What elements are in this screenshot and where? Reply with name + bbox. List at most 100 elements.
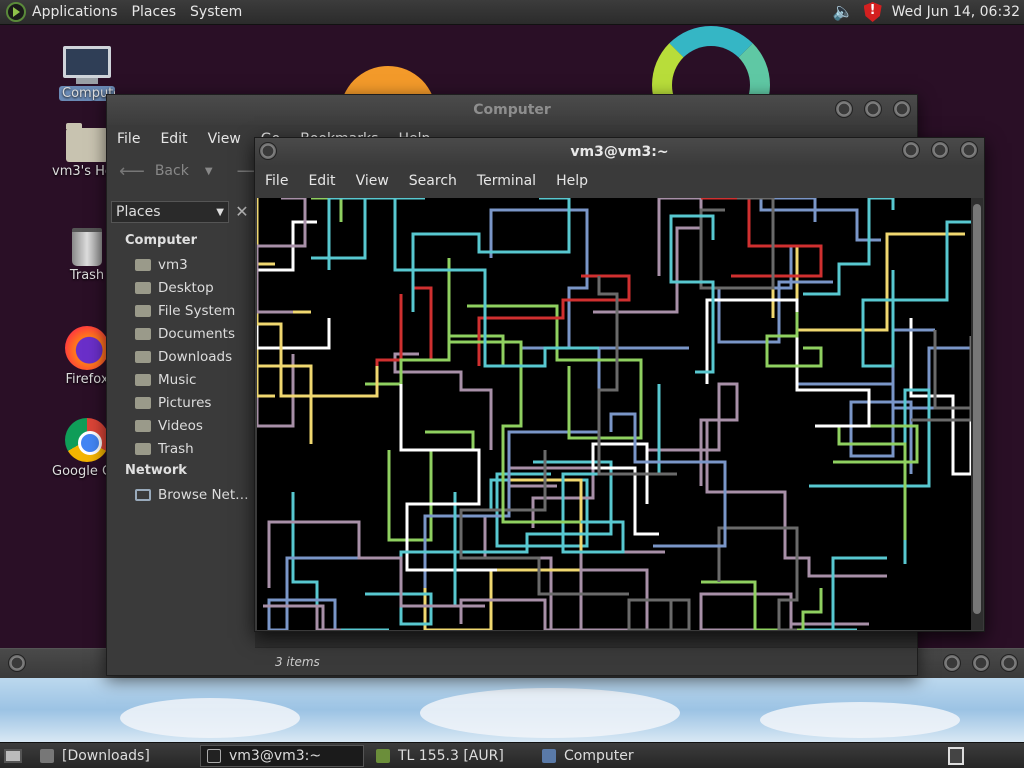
close-sidebar-icon[interactable]: ✕ bbox=[231, 201, 253, 223]
terminal-titlebar[interactable]: vm3@vm3:~ bbox=[255, 138, 984, 166]
places-sidebar: Places ▼ ✕ Computer vm3 Desktop File Sys… bbox=[107, 195, 255, 647]
places-menu[interactable]: Places bbox=[132, 4, 177, 20]
trash-applet-icon[interactable] bbox=[948, 746, 964, 765]
sidebar-item-label: vm3 bbox=[158, 257, 188, 273]
sidebar-item-trash[interactable]: Trash bbox=[135, 441, 194, 457]
clock[interactable]: Wed Jun 14, 06:32 bbox=[892, 4, 1020, 20]
pipe-segment bbox=[257, 262, 379, 398]
menu-search[interactable]: Search bbox=[409, 173, 457, 189]
pipes-animation bbox=[257, 198, 971, 630]
menu-file[interactable]: File bbox=[265, 173, 288, 189]
taskbar-item-label: Computer bbox=[564, 747, 634, 764]
desktop-icon-computer[interactable]: Computer bbox=[52, 46, 122, 101]
mate-logo-icon[interactable] bbox=[6, 2, 26, 22]
pipe-segment bbox=[257, 342, 313, 444]
pipe-segment bbox=[267, 556, 371, 630]
sidebar-item-vm3[interactable]: vm3 bbox=[135, 257, 188, 273]
places-dropdown[interactable]: Places ▼ bbox=[111, 201, 229, 223]
minimize-button[interactable] bbox=[902, 141, 921, 159]
pipe-segment bbox=[627, 598, 691, 630]
home-folder-icon bbox=[66, 123, 108, 162]
pipe-segment bbox=[861, 220, 971, 368]
close-button[interactable] bbox=[1000, 654, 1018, 672]
taskbar-item-computer[interactable]: Computer bbox=[536, 745, 716, 767]
menu-view[interactable]: View bbox=[208, 131, 241, 147]
sidebar-item-pictures[interactable]: Pictures bbox=[135, 395, 211, 411]
background-window-content bbox=[0, 678, 1024, 742]
file-manager-titlebar[interactable]: Computer bbox=[107, 95, 917, 125]
top-panel: Applications Places System 🔈 Wed Jun 14,… bbox=[0, 0, 1024, 25]
taskbar-item-label: TL 155.3 [AUR] bbox=[398, 747, 504, 764]
folder-icon bbox=[135, 420, 151, 432]
pipe-segment bbox=[311, 198, 389, 222]
network-icon bbox=[135, 489, 151, 501]
folder-icon bbox=[40, 748, 54, 763]
folder-icon bbox=[135, 328, 151, 340]
sidebar-item-label: Videos bbox=[158, 418, 203, 434]
folder-icon bbox=[135, 397, 151, 409]
pipe-segment bbox=[765, 312, 823, 368]
pipe-segment bbox=[705, 298, 871, 428]
chevron-down-icon: ▼ bbox=[216, 206, 224, 218]
sidebar-item-label: Trash bbox=[158, 441, 194, 457]
sidebar-item-music[interactable]: Music bbox=[135, 372, 196, 388]
sidebar-item-documents[interactable]: Documents bbox=[135, 326, 235, 342]
menu-edit[interactable]: Edit bbox=[308, 173, 335, 189]
security-shield-icon[interactable] bbox=[863, 2, 882, 22]
pipe-segment bbox=[489, 208, 589, 350]
menu-help[interactable]: Help bbox=[556, 173, 588, 189]
terminal-screen[interactable] bbox=[257, 198, 971, 630]
panel-tray: 🔈 Wed Jun 14, 06:32 bbox=[832, 2, 1024, 22]
computer-icon bbox=[63, 46, 111, 78]
sidebar-item-downloads[interactable]: Downloads bbox=[135, 349, 232, 365]
sidebar-item-label: Documents bbox=[158, 326, 235, 342]
window-menu-button[interactable] bbox=[259, 142, 277, 160]
sidebar-item-label: Browse Net… bbox=[158, 487, 249, 503]
sidebar-item-browse-network[interactable]: Browse Net… bbox=[135, 487, 249, 503]
scrollbar-thumb[interactable] bbox=[973, 204, 981, 614]
pipe-segment bbox=[365, 550, 457, 626]
applications-menu[interactable]: Applications bbox=[32, 4, 118, 20]
trash-icon bbox=[135, 443, 151, 455]
minimize-button[interactable] bbox=[835, 100, 854, 118]
taskbar-item-downloads[interactable]: [Downloads] bbox=[34, 745, 194, 767]
package-icon bbox=[376, 748, 390, 763]
window-menu-button[interactable] bbox=[8, 654, 26, 672]
pipe-segment bbox=[257, 220, 331, 350]
firefox-icon bbox=[65, 326, 109, 370]
sidebar-item-label: Desktop bbox=[158, 280, 214, 296]
taskbar-item-terminal[interactable]: vm3@vm3:~ bbox=[200, 744, 364, 767]
folder-icon bbox=[135, 282, 151, 294]
sidebar-item-label: Pictures bbox=[158, 395, 212, 411]
pipe-segment bbox=[399, 384, 497, 572]
pipe-segment bbox=[375, 286, 433, 386]
menu-terminal[interactable]: Terminal bbox=[477, 173, 536, 189]
menu-file[interactable]: File bbox=[117, 131, 140, 147]
taskbar-item-tl[interactable]: TL 155.3 [AUR] bbox=[370, 745, 530, 767]
terminal-scrollbar[interactable] bbox=[971, 198, 983, 630]
chevron-down-icon[interactable]: ▼ bbox=[205, 166, 213, 177]
pipe-segment bbox=[311, 198, 425, 270]
maximize-button[interactable] bbox=[864, 100, 883, 118]
volume-icon[interactable]: 🔈 bbox=[832, 2, 853, 22]
system-menu[interactable]: System bbox=[190, 4, 242, 20]
pipe-segment bbox=[257, 198, 311, 314]
sidebar-item-label: Downloads bbox=[158, 349, 233, 365]
maximize-button[interactable] bbox=[931, 141, 950, 159]
sidebar-item-label: File System bbox=[158, 303, 236, 319]
close-button[interactable] bbox=[960, 141, 978, 159]
minimize-button[interactable] bbox=[943, 654, 962, 672]
pipe-segment bbox=[701, 580, 823, 630]
show-desktop-icon[interactable] bbox=[4, 748, 22, 763]
window-title: Computer bbox=[473, 102, 551, 118]
sidebar-item-file-system[interactable]: File System bbox=[135, 303, 235, 319]
maximize-button[interactable] bbox=[971, 654, 990, 672]
sidebar-item-videos[interactable]: Videos bbox=[135, 418, 203, 434]
terminal-menubar: File Edit View Search Terminal Help bbox=[255, 166, 984, 196]
back-button[interactable]: ⟵ Back ▼ bbox=[119, 161, 213, 182]
close-button[interactable] bbox=[893, 100, 911, 118]
sidebar-item-desktop[interactable]: Desktop bbox=[135, 280, 214, 296]
menu-edit[interactable]: Edit bbox=[160, 131, 187, 147]
menu-view[interactable]: View bbox=[356, 173, 389, 189]
pipe-segment bbox=[257, 198, 307, 314]
